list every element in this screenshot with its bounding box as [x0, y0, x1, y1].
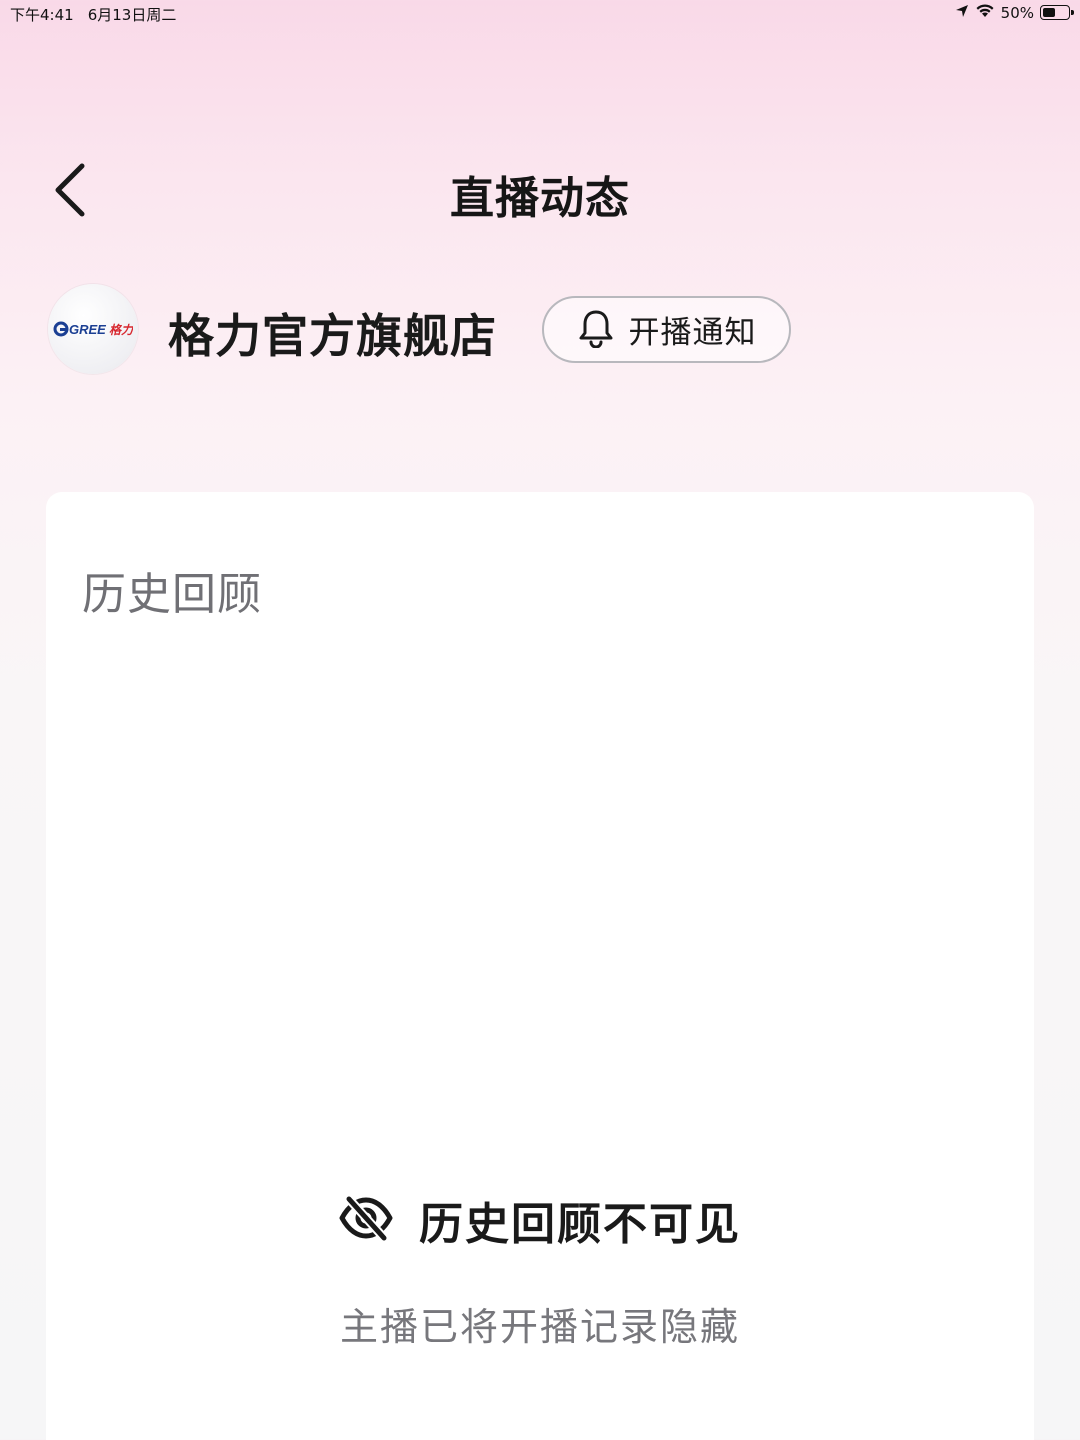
battery-percent: 50% — [1000, 3, 1034, 22]
empty-subtitle: 主播已将开播记录隐藏 — [339, 1305, 740, 1349]
page-title: 直播动态 — [450, 173, 630, 224]
bell-icon — [577, 308, 615, 352]
status-date: 6月13日周二 — [87, 6, 177, 24]
wifi-icon — [975, 3, 995, 22]
notify-label: 开播通知 — [628, 315, 757, 351]
location-icon — [955, 4, 969, 22]
live-notification-button[interactable]: 开播通知 — [542, 296, 791, 363]
svg-text:格力: 格力 — [109, 323, 133, 337]
status-time: 下午4:41 — [10, 6, 74, 24]
eye-off-icon — [339, 1194, 393, 1246]
empty-title: 历史回顾不可见 — [419, 1199, 741, 1250]
status-bar: 下午4:41 6月13日周二 50% — [0, 0, 1080, 28]
empty-state: 历史回顾不可见 主播已将开播记录隐藏 — [46, 1188, 1034, 1351]
shop-name[interactable]: 格力官方旗舰店 — [168, 300, 497, 366]
shop-avatar[interactable]: GREE 格力 — [48, 284, 138, 374]
battery-icon — [1040, 5, 1074, 20]
history-card: 历史回顾 历史回顾不可见 主播已将开播记录隐藏 — [46, 492, 1034, 1440]
svg-text:GREE: GREE — [69, 322, 106, 337]
section-title-history: 历史回顾 — [82, 569, 262, 620]
gree-logo: GREE 格力 — [53, 321, 133, 337]
